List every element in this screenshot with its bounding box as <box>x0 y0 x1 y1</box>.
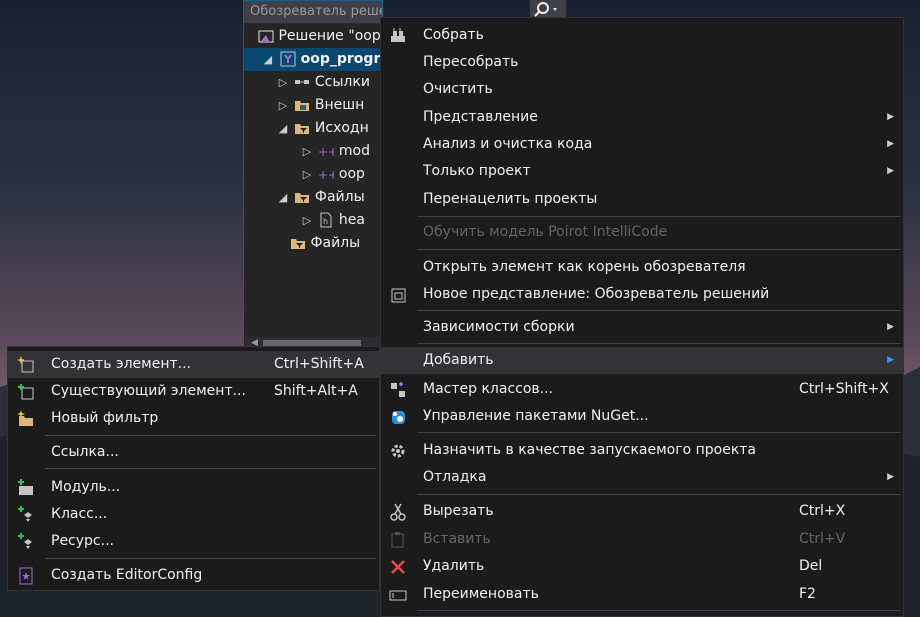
submenu-item-class[interactable]: Класс... <box>8 501 379 528</box>
paste-icon <box>389 531 407 549</box>
svg-text:++: ++ <box>318 145 334 159</box>
expanded-caret-icon[interactable]: ◢ <box>261 48 275 71</box>
submenu-arrow-icon: ▶ <box>887 139 894 149</box>
resource-icon <box>17 533 35 551</box>
collapsed-caret-icon[interactable]: ▷ <box>276 94 290 117</box>
tree-item-solution[interactable]: Решение "oop <box>258 25 381 48</box>
menu-item-project-only[interactable]: Только проект ▶ <box>381 158 903 185</box>
existing-item-icon <box>17 383 35 401</box>
filter-folder-icon <box>290 235 306 251</box>
project-icon <box>280 51 296 67</box>
svg-text:++: ++ <box>318 168 334 182</box>
filter-folder-icon <box>294 189 310 205</box>
menu-item-set-startup[interactable]: Назначить в качестве запускаемого проект… <box>381 437 903 464</box>
submenu-item-new-filter[interactable]: Новый фильтр <box>8 405 379 432</box>
solution-icon <box>258 28 274 44</box>
tree-item-header-files[interactable]: ◢ Файлы <box>276 186 365 209</box>
expanded-caret-icon[interactable]: ◢ <box>276 186 290 209</box>
new-filter-icon <box>17 410 35 428</box>
menu-item-cut[interactable]: Вырезать Ctrl+X <box>381 498 903 525</box>
menu-separator <box>417 494 900 495</box>
submenu-arrow-icon: ▶ <box>887 355 894 365</box>
menu-separator <box>45 558 376 559</box>
menu-item-train-intellicode: Обучить модель Poirot IntelliCode <box>423 224 668 240</box>
menu-item-view[interactable]: Представление ▶ <box>381 104 903 131</box>
svg-text:h: h <box>323 217 328 226</box>
menu-item-rename[interactable]: Переименовать F2 <box>381 581 903 608</box>
submenu-item-existing-item[interactable]: Существующий элемент... Shift+Alt+A <box>8 378 379 405</box>
menu-item-rebuild[interactable]: Пересобрать <box>381 49 903 76</box>
cpp-file-icon: ++ <box>318 166 338 182</box>
menu-item-add[interactable]: Добавить ▶ <box>381 347 903 374</box>
tree-item-external-dependencies[interactable]: ▷ Внешн <box>276 94 364 117</box>
class-wizard-icon <box>389 381 407 399</box>
expanded-caret-icon[interactable]: ◢ <box>276 117 290 140</box>
menu-separator <box>417 610 900 611</box>
tree-item-resource-files[interactable]: Файлы <box>290 232 360 255</box>
solution-explorer-panel: Обозреватель решений — поиск (Ctrl+; Реш… <box>243 0 384 350</box>
menu-item-build[interactable]: Собрать <box>381 22 903 49</box>
menu-separator <box>417 343 900 344</box>
submenu-item-module[interactable]: Модуль... <box>8 474 379 501</box>
tree-item-header-file[interactable]: ▷ h hea <box>300 209 365 232</box>
new-view-icon <box>389 286 407 304</box>
tree-item-references[interactable]: ▷ Ссылки <box>276 71 370 94</box>
menu-separator <box>45 435 376 436</box>
solution-explorer-search-input[interactable]: Обозреватель решений — поиск (Ctrl+; <box>244 1 382 24</box>
menu-item-new-view[interactable]: Новое представление: Обозреватель решени… <box>381 281 903 308</box>
tree-item-source-file-1[interactable]: ▷ ++ mod <box>300 140 370 163</box>
submenu-item-reference[interactable]: Ссылка... <box>8 439 379 466</box>
submenu-arrow-icon: ▶ <box>887 322 894 332</box>
menu-item-class-wizard[interactable]: Мастер классов... Ctrl+Shift+X <box>381 376 903 403</box>
references-icon <box>294 74 310 90</box>
menu-separator <box>45 468 376 469</box>
menu-separator <box>417 432 900 433</box>
build-icon <box>389 27 407 45</box>
submenu-arrow-icon: ▶ <box>887 472 894 482</box>
add-submenu: Создать элемент... Ctrl+Shift+A Существу… <box>7 346 380 591</box>
gear-icon <box>389 442 407 460</box>
menu-item-nuget[interactable]: Управление пакетами NuGet... <box>381 403 903 430</box>
menu-item-clean[interactable]: Очистить <box>381 76 903 103</box>
collapsed-caret-icon[interactable]: ▷ <box>300 209 314 232</box>
editorconfig-icon <box>17 567 35 585</box>
rename-icon <box>389 586 407 604</box>
collapsed-caret-icon[interactable]: ▷ <box>276 71 290 94</box>
tree-item-source-file-2[interactable]: ▷ ++ oop <box>300 163 365 186</box>
cpp-file-icon: ++ <box>318 143 338 159</box>
folder-icon <box>294 97 310 113</box>
submenu-item-new-item[interactable]: Создать элемент... Ctrl+Shift+A <box>8 351 379 378</box>
collapsed-caret-icon[interactable]: ▷ <box>300 140 314 163</box>
nuget-icon <box>389 408 407 426</box>
menu-item-retarget[interactable]: Перенацелить проекты <box>381 186 903 213</box>
submenu-item-resource[interactable]: Ресурс... <box>8 528 379 555</box>
new-item-icon <box>17 356 35 374</box>
menu-item-paste: Вставить Ctrl+V <box>381 526 903 553</box>
header-file-icon: h <box>318 212 334 228</box>
menu-item-debug[interactable]: Отладка ▶ <box>381 464 903 491</box>
menu-separator <box>417 216 900 217</box>
menu-item-code-analysis[interactable]: Анализ и очистка кода ▶ <box>381 131 903 158</box>
submenu-item-editorconfig[interactable]: Создать EditorConfig <box>8 562 379 589</box>
submenu-arrow-icon: ▶ <box>887 112 894 122</box>
menu-item-build-dependencies[interactable]: Зависимости сборки ▶ <box>381 314 903 341</box>
submenu-arrow-icon: ▶ <box>887 166 894 176</box>
collapsed-caret-icon[interactable]: ▷ <box>300 163 314 186</box>
scissors-icon <box>389 503 407 521</box>
search-input-placeholder: Обозреватель решений — поиск (Ctrl+; <box>250 4 382 19</box>
tree-item-source-files[interactable]: ◢ Исходн <box>276 117 369 140</box>
menu-separator <box>417 249 900 250</box>
menu-separator <box>417 310 900 311</box>
filter-folder-icon <box>294 120 310 136</box>
menu-item-scope-to-this[interactable]: Открыть элемент как корень обозревателя <box>381 254 903 281</box>
class-icon <box>17 506 35 524</box>
module-icon <box>17 479 35 497</box>
delete-icon <box>389 558 407 576</box>
tree-item-project[interactable]: ◢ oop_progr <box>244 48 384 71</box>
menu-item-delete[interactable]: Удалить Del <box>381 553 903 580</box>
context-menu: Собрать Пересобрать Очистить Представлен… <box>380 17 904 617</box>
